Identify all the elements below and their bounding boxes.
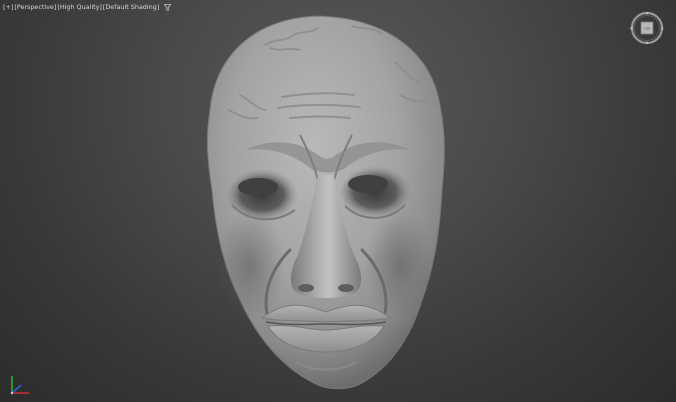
- viewport-quality-menu[interactable]: [High Quality]: [57, 2, 102, 12]
- sculpted-face-model[interactable]: [0, 0, 676, 402]
- 3d-viewport[interactable]: [+] [Perspective] [High Quality] [Defaul…: [0, 0, 676, 402]
- svg-text:TOP: TOP: [643, 27, 650, 31]
- left-eye-hole: [238, 178, 278, 196]
- compass-east-label: E: [661, 26, 664, 30]
- right-eye-hole: [348, 175, 388, 193]
- viewport-label-menu[interactable]: [+] [Perspective] [High Quality] [Defaul…: [3, 2, 172, 12]
- funnel-filter-icon[interactable]: [164, 3, 172, 11]
- xyz-axis-tripod-icon: [10, 376, 29, 395]
- compass-north-label: N: [646, 11, 649, 15]
- viewport-point-of-view-menu[interactable]: [Perspective]: [14, 2, 56, 12]
- viewport-general-menu[interactable]: [+]: [3, 2, 13, 12]
- viewcube-navigation-icon[interactable]: TOP N S E W: [629, 10, 665, 46]
- compass-west-label: W: [630, 26, 634, 30]
- viewport-shading-menu[interactable]: [Default Shading]: [103, 2, 159, 12]
